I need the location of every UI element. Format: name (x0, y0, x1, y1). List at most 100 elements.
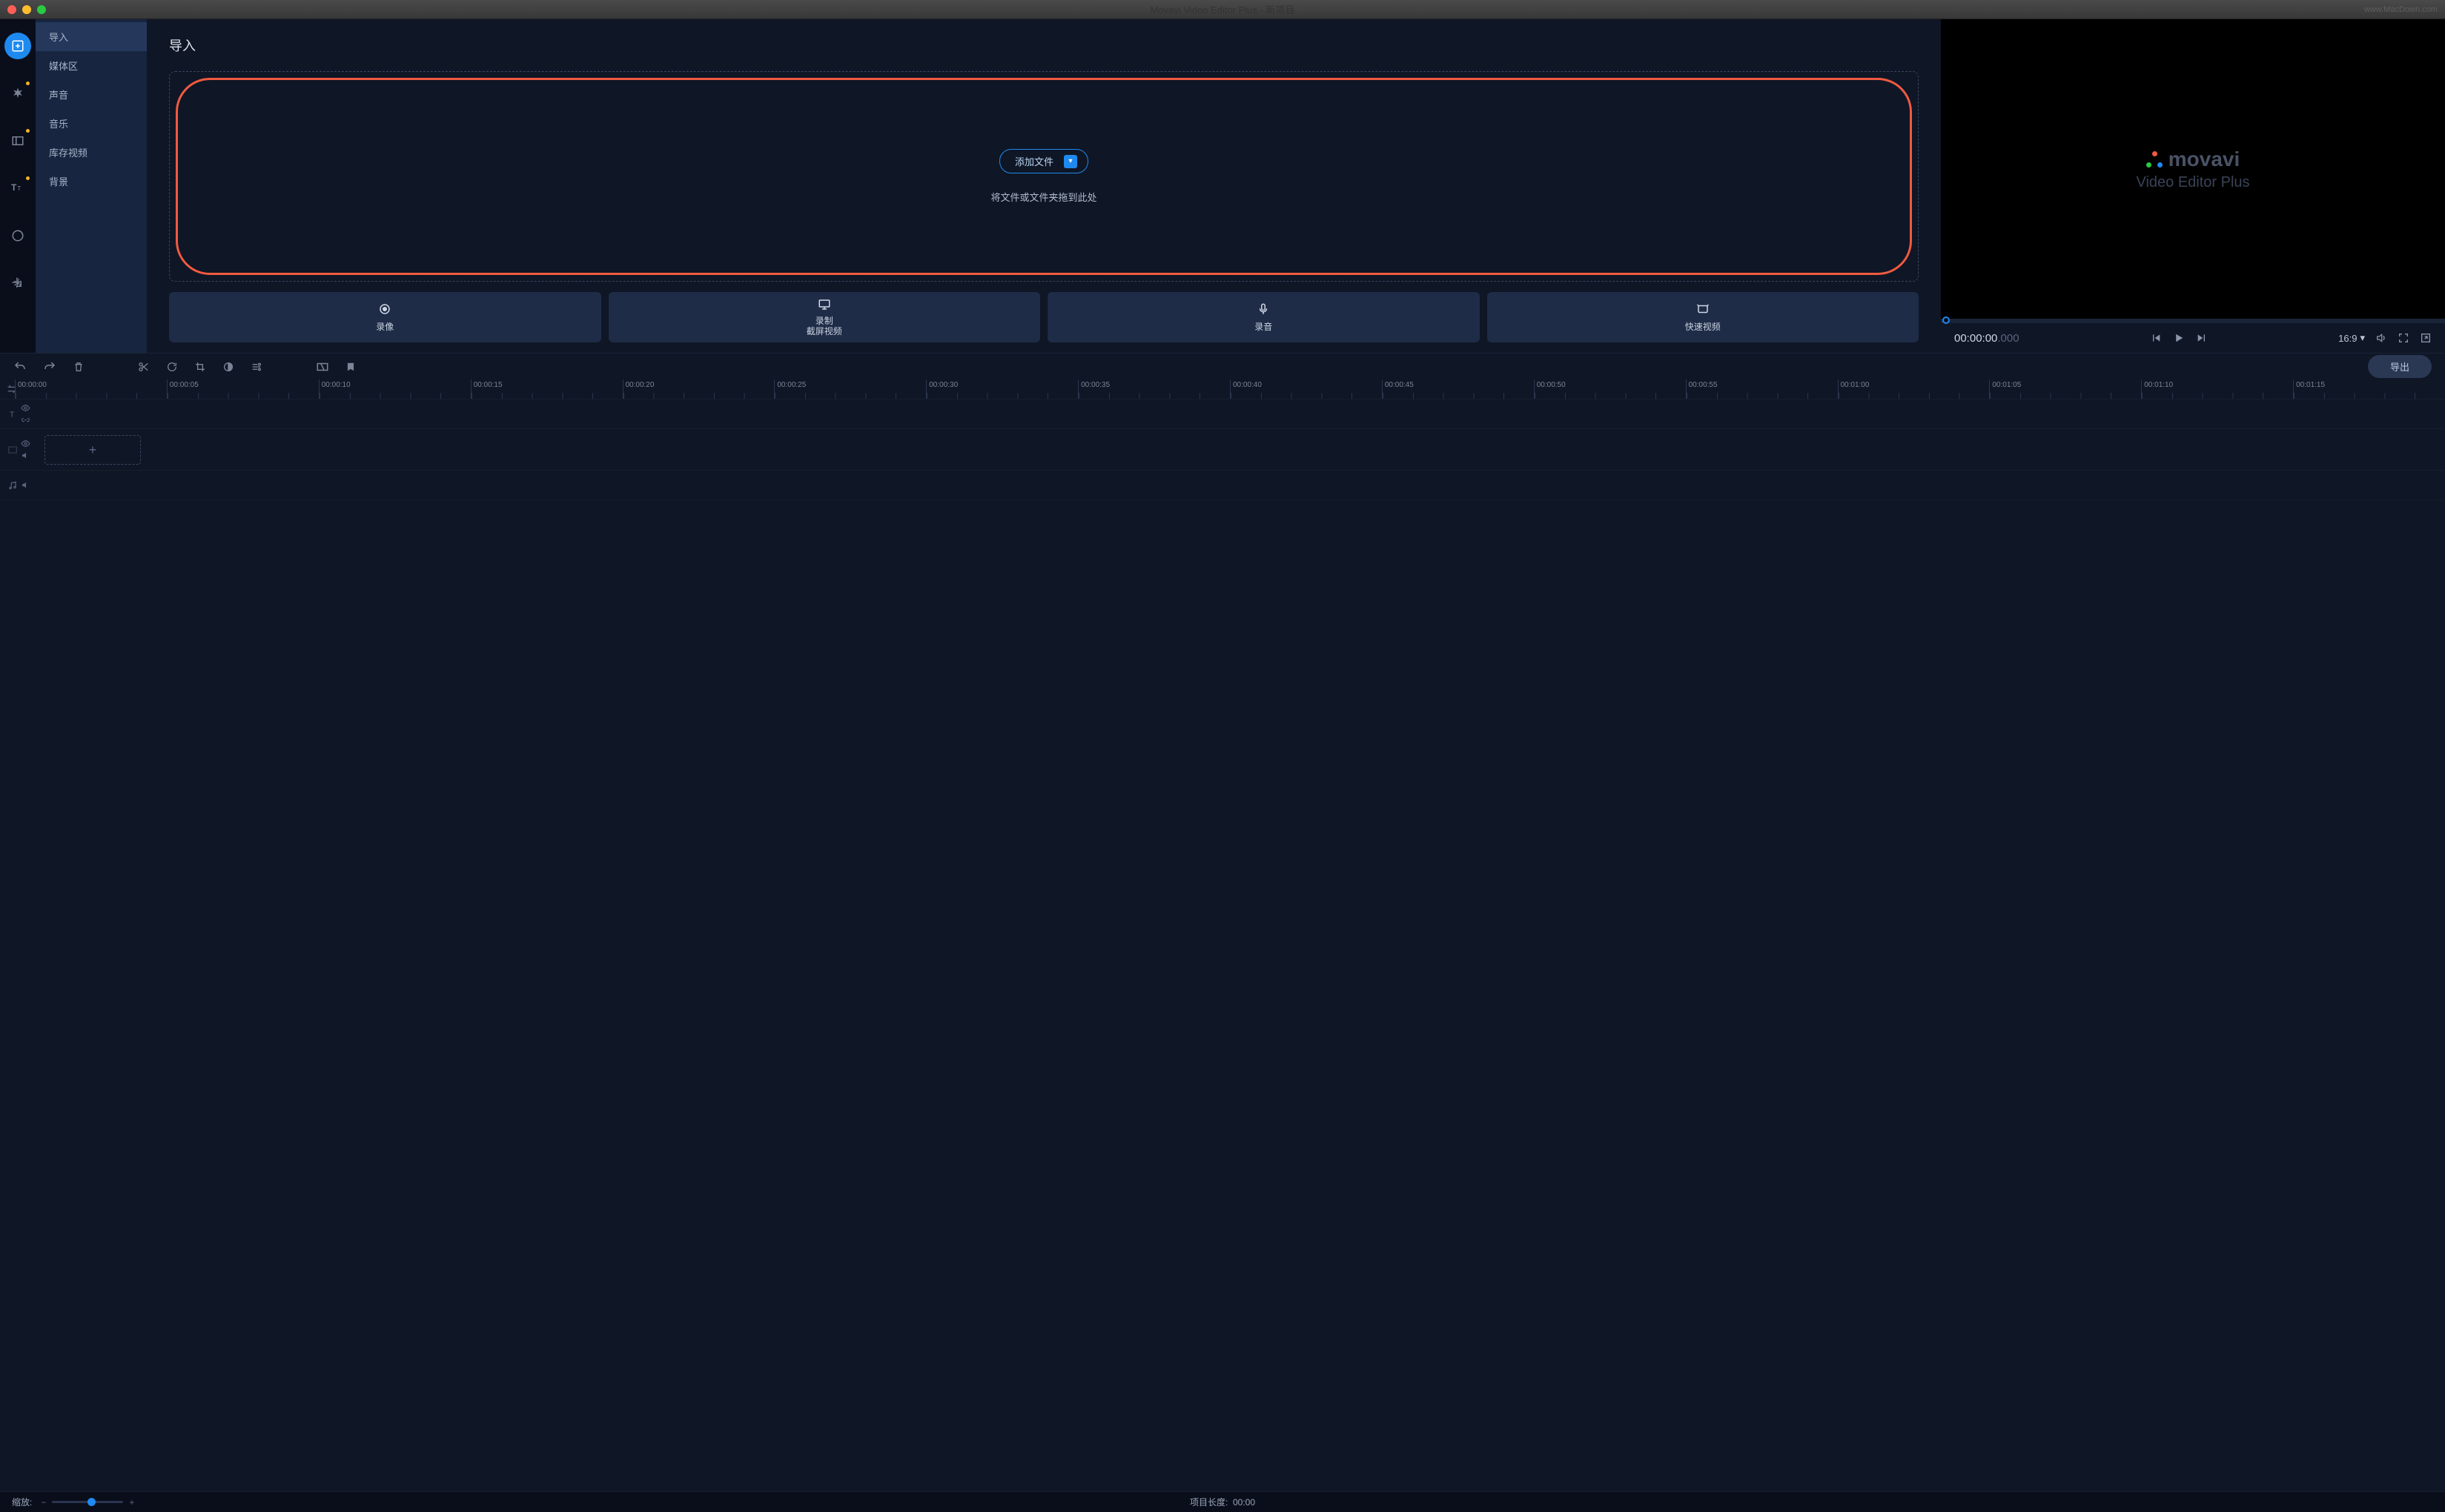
sublist-music[interactable]: 音乐 (36, 109, 147, 138)
ruler-tick[interactable]: 00:01:10 (2141, 379, 2293, 399)
ruler-tick[interactable]: 00:00:50 (1534, 379, 1686, 399)
aspect-ratio-value: 16:9 (2338, 333, 2357, 344)
ruler-tick[interactable]: 00:00:45 (1382, 379, 1534, 399)
zoom-slider-track[interactable] (52, 1501, 123, 1503)
sublist-stock-video[interactable]: 库存视频 (36, 138, 147, 167)
visibility-toggle[interactable] (21, 403, 30, 413)
split-button[interactable] (138, 361, 150, 373)
title-track-icon: T (7, 409, 18, 420)
scrubber-handle[interactable] (1942, 316, 1950, 324)
preview-panel: movavi Video Editor Plus 00:00:00.000 16… (1941, 19, 2445, 353)
video-track[interactable]: + (0, 428, 2445, 470)
preview-scrubber[interactable] (1941, 319, 2445, 323)
add-clip-placeholder[interactable]: + (44, 435, 141, 465)
titlebar: Movavi Video Editor Plus - 新项目 www.MacDo… (0, 0, 2445, 19)
record-camera-button[interactable]: 录像 (169, 292, 601, 342)
ruler-tick[interactable]: 00:00:15 (471, 379, 623, 399)
minimize-window-button[interactable] (22, 5, 31, 14)
link-toggle[interactable] (21, 415, 30, 425)
fast-video-button[interactable]: 快速视频 (1487, 292, 1919, 342)
rotate-button[interactable] (166, 361, 178, 373)
ruler-tick[interactable]: 00:00:35 (1078, 379, 1230, 399)
ruler-tick[interactable]: 00:00:00 (15, 379, 167, 399)
zoom-slider-handle[interactable] (87, 1498, 96, 1506)
chevron-down-icon: ▾ (2360, 332, 2365, 344)
project-length-value: 00:00 (1233, 1497, 1255, 1508)
ruler-tick[interactable]: 00:00:05 (167, 379, 319, 399)
preview-timecode: 00:00:00.000 (1954, 332, 2019, 345)
crop-button[interactable] (194, 361, 206, 373)
prev-frame-button[interactable] (2150, 332, 2162, 344)
clip-properties-button[interactable] (251, 361, 262, 373)
ruler-tick[interactable]: 00:00:20 (623, 379, 775, 399)
aspect-ratio-selector[interactable]: 16:9 ▾ (2338, 332, 2365, 344)
next-frame-button[interactable] (2196, 332, 2208, 344)
export-button[interactable]: 导出 (2368, 355, 2432, 378)
edit-toolbar: 导出 (0, 353, 2445, 379)
sublist-sounds[interactable]: 声音 (36, 80, 147, 109)
transition-wizard-button[interactable] (316, 360, 329, 374)
dropzone[interactable]: 添加文件 ▾ 将文件或文件夹拖到此处 (169, 71, 1919, 282)
chevron-down-icon[interactable]: ▾ (1064, 155, 1077, 168)
audio-track-icon (7, 480, 18, 491)
tool-import[interactable] (4, 33, 31, 59)
zoom-out-button[interactable]: − (41, 1497, 46, 1508)
record-screen-label-1: 录制 (815, 316, 833, 326)
record-screen-button[interactable]: 录制截屏视频 (609, 292, 1041, 342)
video-track-icon (7, 445, 18, 455)
color-adjust-button[interactable] (222, 361, 234, 373)
sublist-media[interactable]: 媒体区 (36, 51, 147, 80)
empty-timeline-area[interactable] (0, 500, 2445, 1491)
camera-icon (378, 302, 391, 316)
notification-dot (26, 82, 30, 85)
sublist-backgrounds[interactable]: 背景 (36, 167, 147, 196)
svg-text:T: T (11, 182, 17, 193)
statusbar: 缩放: − + 项目长度: 00:00 (0, 1491, 2445, 1512)
preview-video-area: movavi Video Editor Plus (1941, 19, 2445, 319)
tool-stickers[interactable] (4, 222, 31, 249)
record-audio-button[interactable]: 录音 (1048, 292, 1480, 342)
record-screen-label-2: 截屏视频 (807, 326, 842, 336)
close-window-button[interactable] (7, 5, 16, 14)
maximize-window-button[interactable] (37, 5, 46, 14)
tool-transitions[interactable] (4, 127, 31, 154)
project-length: 项目长度: 00:00 (1190, 1496, 1255, 1508)
capture-buttons: 录像 录制截屏视频 录音 快速视频 (169, 292, 1919, 342)
ruler-tick[interactable]: 00:00:10 (319, 379, 471, 399)
tool-more[interactable] (4, 270, 31, 296)
visibility-toggle[interactable] (21, 439, 30, 448)
tool-titles[interactable]: TT (4, 175, 31, 202)
pane-heading: 导入 (169, 36, 1919, 55)
popout-button[interactable] (2420, 332, 2432, 344)
delete-button[interactable] (73, 361, 85, 373)
ruler-tick[interactable]: 00:00:30 (926, 379, 1078, 399)
ruler-tick[interactable]: 00:01:05 (1989, 379, 2141, 399)
project-length-label: 项目长度: (1190, 1497, 1228, 1508)
redo-button[interactable] (43, 360, 56, 374)
timeline-ruler[interactable]: 00:00:0000:00:0500:00:1000:00:1500:00:20… (0, 379, 2445, 399)
import-sublist: 导入 媒体区 声音 音乐 库存视频 背景 (36, 19, 147, 353)
timecode-main: 00:00:00 (1954, 332, 1997, 345)
marker-button[interactable] (345, 361, 356, 373)
title-track[interactable]: T (0, 399, 2445, 428)
zoom-slider[interactable]: − + (41, 1497, 134, 1508)
volume-button[interactable] (2375, 332, 2387, 344)
zoom-in-button[interactable]: + (129, 1497, 134, 1508)
ruler-tick[interactable]: 00:00:25 (774, 379, 926, 399)
mute-toggle[interactable] (21, 451, 30, 460)
audio-track[interactable] (0, 470, 2445, 500)
mute-toggle[interactable] (21, 480, 30, 490)
fast-video-icon (1696, 302, 1710, 316)
sublist-import[interactable]: 导入 (36, 22, 147, 51)
ruler-tick[interactable]: 00:00:55 (1686, 379, 1838, 399)
fullscreen-button[interactable] (2398, 332, 2409, 344)
ruler-tick[interactable]: 00:01:15 (2293, 379, 2445, 399)
ruler-tick[interactable]: 00:00:40 (1230, 379, 1382, 399)
play-button[interactable] (2172, 331, 2186, 345)
ruler-tick[interactable]: 00:01:00 (1838, 379, 1990, 399)
record-audio-label: 录音 (1254, 320, 1272, 333)
tool-filters[interactable] (4, 80, 31, 107)
dropzone-hint: 将文件或文件夹拖到此处 (990, 190, 1096, 204)
add-files-button[interactable]: 添加文件 ▾ (999, 149, 1088, 173)
undo-button[interactable] (13, 360, 27, 374)
